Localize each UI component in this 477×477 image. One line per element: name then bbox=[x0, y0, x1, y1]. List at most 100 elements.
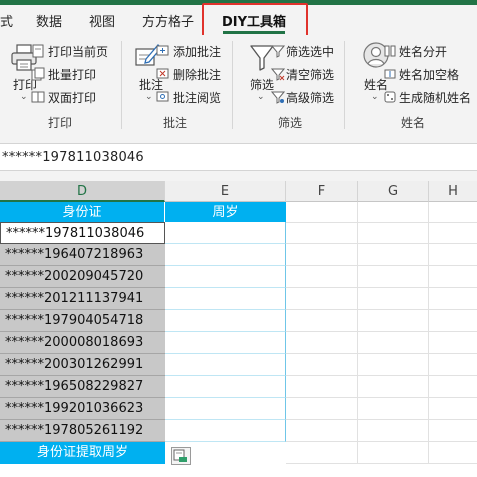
grid-cell[interactable] bbox=[358, 310, 429, 332]
clear-filter-button[interactable]: 清空筛选 bbox=[286, 66, 334, 83]
batch-print-button[interactable]: 批量打印 bbox=[48, 66, 96, 83]
grid-cell[interactable] bbox=[429, 398, 477, 420]
grid-cell[interactable] bbox=[286, 332, 358, 354]
tab-view[interactable]: 视图 bbox=[89, 11, 115, 30]
grid-cell[interactable] bbox=[0, 464, 477, 477]
age-cell[interactable] bbox=[165, 420, 286, 442]
duplex-print-button[interactable]: 双面打印 bbox=[48, 89, 96, 106]
id-cell[interactable]: ******196508229827 bbox=[0, 376, 165, 398]
print-group-label: 打印 bbox=[47, 116, 72, 130]
grid-cell[interactable] bbox=[286, 376, 358, 398]
grid-cell[interactable] bbox=[429, 222, 477, 244]
add-comment-button[interactable]: 添加批注 bbox=[173, 43, 221, 60]
chevron-down-icon[interactable]: ⌄ bbox=[257, 92, 265, 102]
filter-selected-button[interactable]: 筛选选中 bbox=[286, 43, 334, 60]
column-header-d[interactable]: D bbox=[0, 181, 165, 202]
formula-bar-value[interactable]: ******197811038046 bbox=[2, 150, 144, 165]
view-comments-button[interactable]: 批注阅览 bbox=[173, 89, 221, 106]
grid-cell[interactable] bbox=[429, 310, 477, 332]
age-cell[interactable] bbox=[165, 244, 286, 266]
name-group-label: 姓名 bbox=[400, 116, 425, 130]
tab-fangfang[interactable]: 方方格子 bbox=[142, 11, 194, 30]
formula-bar-gap bbox=[0, 171, 477, 181]
chevron-down-icon[interactable]: ⌄ bbox=[145, 92, 153, 102]
duplex-print-icon bbox=[31, 89, 45, 108]
age-header-cell[interactable]: 周岁 bbox=[165, 202, 286, 223]
age-cell[interactable] bbox=[165, 288, 286, 310]
grid-cell[interactable] bbox=[286, 398, 358, 420]
add-comment-icon bbox=[156, 43, 170, 62]
grid-cell[interactable] bbox=[358, 398, 429, 420]
grid-cell[interactable] bbox=[286, 266, 358, 288]
delete-comment-button[interactable]: 删除批注 bbox=[173, 66, 221, 83]
split-name-icon bbox=[384, 43, 396, 62]
grid-cell[interactable] bbox=[429, 288, 477, 310]
random-name-button[interactable]: 生成随机姓名 bbox=[399, 89, 471, 106]
grid-cell[interactable] bbox=[358, 202, 429, 223]
ribbon-bottom-bar bbox=[0, 132, 477, 144]
grid-cell[interactable] bbox=[358, 420, 429, 442]
tab-data[interactable]: 数据 bbox=[36, 11, 62, 30]
grid-cell[interactable] bbox=[358, 288, 429, 310]
id-cell[interactable]: ******197811038046 bbox=[0, 222, 165, 244]
age-cell[interactable] bbox=[165, 266, 286, 288]
grid-cell[interactable] bbox=[358, 266, 429, 288]
age-cell[interactable] bbox=[165, 332, 286, 354]
id-cell[interactable]: ******200008018693 bbox=[0, 332, 165, 354]
advanced-filter-button[interactable]: 高级筛选 bbox=[286, 89, 334, 106]
grid-cell[interactable] bbox=[429, 332, 477, 354]
column-header-f[interactable]: F bbox=[286, 181, 358, 202]
age-cell[interactable] bbox=[165, 222, 286, 244]
age-cell[interactable] bbox=[165, 310, 286, 332]
grid-cell[interactable] bbox=[286, 202, 358, 223]
grid-cell[interactable] bbox=[429, 376, 477, 398]
grid-cell[interactable] bbox=[429, 266, 477, 288]
grid-cell[interactable] bbox=[286, 310, 358, 332]
id-cell[interactable]: ******200209045720 bbox=[0, 266, 165, 288]
chevron-down-icon[interactable]: ⌄ bbox=[20, 92, 28, 102]
ribbon-panel: 打印 ⌄ 打印当前页 批量打印 双面打印 打印 批注 ⌄ 添加批注 删除批注 批… bbox=[0, 35, 477, 132]
grid-cell[interactable] bbox=[286, 442, 358, 464]
name-add-space-button[interactable]: 姓名加空格 bbox=[399, 66, 459, 83]
random-name-icon bbox=[384, 89, 396, 108]
id-cell[interactable]: ******197904054718 bbox=[0, 310, 165, 332]
id-cell[interactable]: ******196407218963 bbox=[0, 244, 165, 266]
tab-partial[interactable]: 式 bbox=[0, 11, 13, 30]
grid-cell[interactable] bbox=[358, 332, 429, 354]
grid-cell[interactable] bbox=[358, 442, 429, 464]
grid-cell[interactable] bbox=[358, 354, 429, 376]
id-card-header-cell[interactable]: 身份证 bbox=[0, 202, 165, 223]
id-cell[interactable]: ******197805261192 bbox=[0, 420, 165, 442]
grid-cell[interactable] bbox=[358, 376, 429, 398]
print-current-page-button[interactable]: 打印当前页 bbox=[48, 43, 108, 60]
formula-bar[interactable]: ******197811038046 bbox=[0, 145, 477, 171]
grid-cell[interactable] bbox=[429, 354, 477, 376]
age-cell[interactable] bbox=[165, 376, 286, 398]
grid-cell[interactable] bbox=[429, 442, 477, 464]
filter-group-label: 筛选 bbox=[277, 116, 302, 130]
column-header-e[interactable]: E bbox=[165, 181, 286, 202]
grid-cell[interactable] bbox=[286, 354, 358, 376]
quick-analysis-icon[interactable] bbox=[171, 447, 191, 465]
grid-cell[interactable] bbox=[286, 288, 358, 310]
extract-age-button[interactable]: 身份证提取周岁 bbox=[0, 442, 165, 464]
id-cell[interactable]: ******201211137941 bbox=[0, 288, 165, 310]
grid-cell[interactable] bbox=[358, 222, 429, 244]
grid-cell[interactable] bbox=[429, 202, 477, 223]
column-header-g[interactable]: G bbox=[358, 181, 429, 202]
grid-cell[interactable] bbox=[429, 244, 477, 266]
chevron-down-icon[interactable]: ⌄ bbox=[371, 92, 379, 102]
comment-group-label: 批注 bbox=[162, 116, 187, 130]
age-cell[interactable] bbox=[165, 398, 286, 420]
grid-cell[interactable] bbox=[429, 420, 477, 442]
grid-cell[interactable] bbox=[286, 420, 358, 442]
grid-cell[interactable] bbox=[286, 244, 358, 266]
id-cell[interactable]: ******200301262991 bbox=[0, 354, 165, 376]
split-name-button[interactable]: 姓名分开 bbox=[399, 43, 447, 60]
id-cell[interactable]: ******199201036623 bbox=[0, 398, 165, 420]
grid-cell[interactable] bbox=[358, 244, 429, 266]
print-current-icon bbox=[31, 43, 45, 62]
age-cell[interactable] bbox=[165, 354, 286, 376]
grid-cell[interactable] bbox=[286, 222, 358, 244]
column-header-h[interactable]: H bbox=[429, 181, 477, 202]
